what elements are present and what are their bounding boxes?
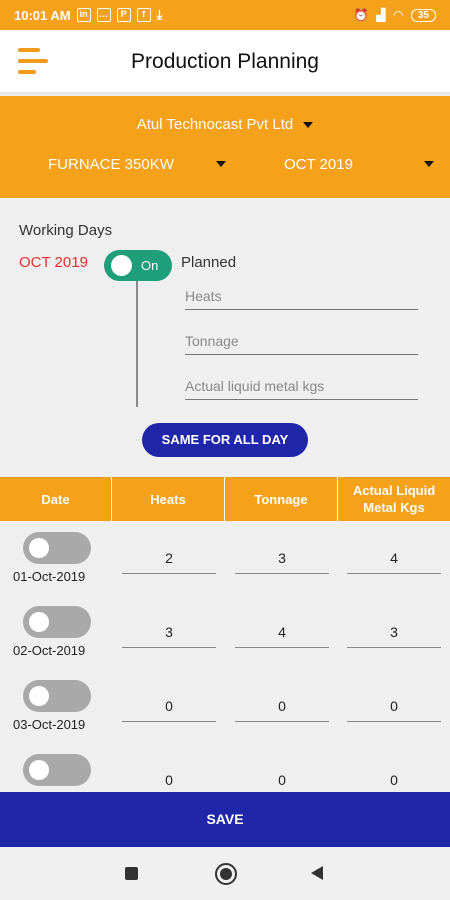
battery-icon: 35 — [410, 8, 436, 22]
navigation-bar — [0, 847, 450, 900]
heats-cell[interactable]: 0 — [122, 692, 216, 722]
heats-cell[interactable]: 0 — [122, 766, 216, 792]
table-row: 01-Oct-2019 2 3 4 — [0, 522, 450, 596]
planned-label: Planned — [181, 254, 237, 271]
download-icon: ⤓ — [156, 7, 163, 22]
liquid-metal-cell[interactable]: 0 — [347, 692, 441, 722]
toggle-knob — [29, 686, 49, 706]
wifi-icon: ◠ — [393, 8, 403, 22]
furnace-value: FURNACE 350KW — [48, 156, 174, 173]
working-month: OCT 2019 — [19, 254, 88, 271]
app-bar: Production Planning — [0, 30, 450, 94]
working-days-toggle[interactable]: On — [104, 250, 172, 281]
save-button[interactable]: SAVE — [0, 792, 450, 847]
heats-cell[interactable]: 2 — [122, 544, 216, 574]
liquid-metal-cell[interactable]: 4 — [347, 544, 441, 574]
p-app-icon: P — [116, 8, 131, 22]
tonnage-cell[interactable]: 0 — [235, 766, 329, 792]
status-time: 10:01 AM — [14, 7, 71, 23]
heats-input[interactable]: Heats — [185, 282, 418, 310]
liquid-metal-input[interactable]: Actual liquid metal kgs — [185, 372, 418, 400]
dropdown-arrow-icon — [303, 122, 314, 129]
column-header-heats: Heats — [112, 477, 225, 521]
notification-icon: … — [96, 8, 111, 22]
alarm-icon: ⏰ — [353, 8, 369, 22]
toggle-knob — [29, 760, 49, 780]
column-header-liquid-metal: Actual Liquid Metal Kgs — [352, 483, 436, 515]
row-date: 01-Oct-2019 — [13, 569, 86, 584]
divider-line — [136, 281, 138, 407]
tonnage-cell[interactable]: 3 — [235, 544, 329, 574]
row-toggle[interactable] — [23, 754, 91, 786]
recent-apps-icon[interactable] — [125, 867, 138, 880]
tonnage-cell[interactable]: 4 — [235, 618, 329, 648]
toggle-knob — [29, 538, 49, 558]
tonnage-cell[interactable]: 0 — [235, 692, 329, 722]
furnace-dropdown[interactable]: FURNACE 350KW — [48, 156, 228, 173]
heats-cell[interactable]: 3 — [122, 618, 216, 648]
linkedin-icon: in — [76, 8, 91, 22]
page-title: Production Planning — [131, 50, 319, 73]
toggle-knob — [29, 612, 49, 632]
battery-level: 35 — [417, 9, 429, 21]
status-bar: 10:01 AM in … P f ⤓ ⏰ ▟ ◠ 35 — [0, 0, 450, 30]
row-date: 02-Oct-2019 — [13, 643, 86, 658]
company-value: Atul Technocast Pvt Ltd — [136, 116, 294, 133]
row-date: 03-Oct-2019 — [13, 717, 86, 732]
home-icon[interactable] — [215, 863, 237, 885]
working-days-label: Working Days — [19, 222, 113, 239]
table-header: Date Heats Tonnage Actual Liquid Metal K… — [0, 477, 450, 521]
filter-panel: Atul Technocast Pvt Ltd FURNACE 350KW OC… — [0, 96, 450, 198]
toggle-knob — [111, 255, 132, 276]
row-toggle[interactable] — [23, 606, 91, 638]
row-toggle[interactable] — [23, 532, 91, 564]
signal-icon: ▟ — [376, 8, 386, 22]
month-dropdown[interactable]: OCT 2019 — [284, 156, 434, 173]
table-row: 03-Oct-2019 0 0 0 — [0, 670, 450, 744]
dropdown-arrow-icon — [216, 161, 226, 167]
table-row: 02-Oct-2019 3 4 3 — [0, 596, 450, 670]
same-for-all-day-button[interactable]: SAME FOR ALL DAY — [142, 423, 308, 457]
column-header-date: Date — [0, 477, 112, 521]
company-dropdown[interactable]: Atul Technocast Pvt Ltd — [0, 116, 450, 133]
table-row: 0 0 0 — [0, 744, 450, 792]
row-toggle[interactable] — [23, 680, 91, 712]
back-icon[interactable] — [311, 866, 323, 880]
tonnage-input[interactable]: Tonnage — [185, 327, 418, 355]
liquid-metal-cell[interactable]: 0 — [347, 766, 441, 792]
month-value: OCT 2019 — [284, 156, 353, 173]
liquid-metal-cell[interactable]: 3 — [347, 618, 441, 648]
toggle-label: On — [141, 258, 159, 273]
column-header-tonnage: Tonnage — [225, 477, 338, 521]
dropdown-arrow-icon — [424, 161, 434, 167]
facebook-icon: f — [136, 8, 151, 22]
